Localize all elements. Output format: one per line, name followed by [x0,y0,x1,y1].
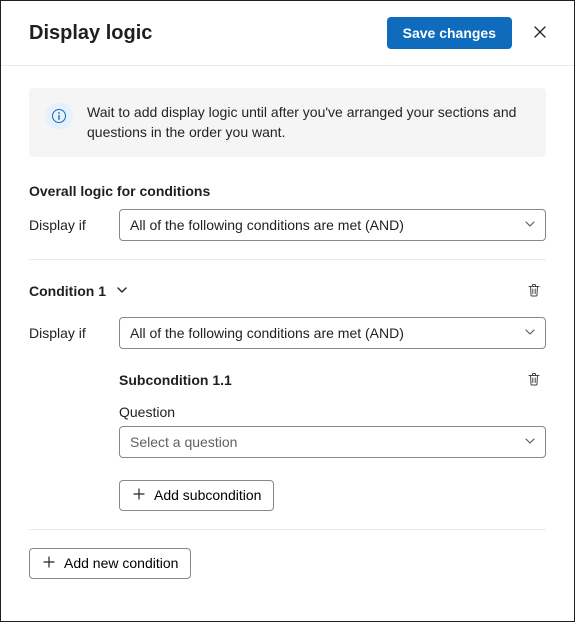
plus-icon [132,487,146,504]
add-subcondition-label: Add subcondition [154,487,261,503]
question-select[interactable]: Select a question [119,426,546,458]
overall-display-if-label: Display if [29,217,107,233]
overall-display-if-row: Display if All of the following conditio… [29,209,546,241]
question-label: Question [119,404,546,420]
info-message: Wait to add display logic until after yo… [29,88,546,157]
trash-icon [526,282,542,301]
add-subcondition-row: Add subcondition [119,480,546,511]
add-subcondition-button[interactable]: Add subcondition [119,480,274,511]
overall-condition-value: All of the following conditions are met … [130,217,404,233]
add-new-condition-label: Add new condition [64,555,178,571]
close-button[interactable] [526,18,554,49]
panel-title: Display logic [29,22,387,45]
add-new-condition-row: Add new condition [29,548,546,579]
condition-1-expand-toggle[interactable] [112,280,132,303]
divider [29,529,546,530]
subcondition-1-1-delete-button[interactable] [522,367,546,394]
panel-body: Wait to add display logic until after yo… [1,66,574,597]
condition-1-title: Condition 1 [29,283,106,299]
add-new-condition-button[interactable]: Add new condition [29,548,191,579]
subcondition-1-1-title: Subcondition 1.1 [119,372,232,388]
chevron-down-icon [116,284,128,299]
condition-1-display-if-row: Display if All of the following conditio… [29,317,546,349]
condition-1-header: Condition 1 [29,278,546,305]
overall-condition-select[interactable]: All of the following conditions are met … [119,209,546,241]
condition-1-select[interactable]: All of the following conditions are met … [119,317,546,349]
info-icon [45,102,73,130]
condition-1-display-if-label: Display if [29,325,107,341]
close-icon [532,24,548,43]
panel-header: Display logic Save changes [1,1,574,66]
divider [29,259,546,260]
info-text: Wait to add display logic until after yo… [87,102,530,143]
trash-icon [526,371,542,390]
display-logic-panel: Display logic Save changes Wait to add d… [0,0,575,622]
save-changes-button[interactable]: Save changes [387,17,512,49]
question-placeholder: Select a question [130,434,237,450]
subcondition-1-1-header: Subcondition 1.1 [119,367,546,394]
subcondition-1-1-block: Subcondition 1.1 Question Select a quest… [119,367,546,458]
condition-1-delete-button[interactable] [522,278,546,305]
plus-icon [42,555,56,572]
condition-1-value: All of the following conditions are met … [130,325,404,341]
overall-logic-label: Overall logic for conditions [29,183,546,199]
